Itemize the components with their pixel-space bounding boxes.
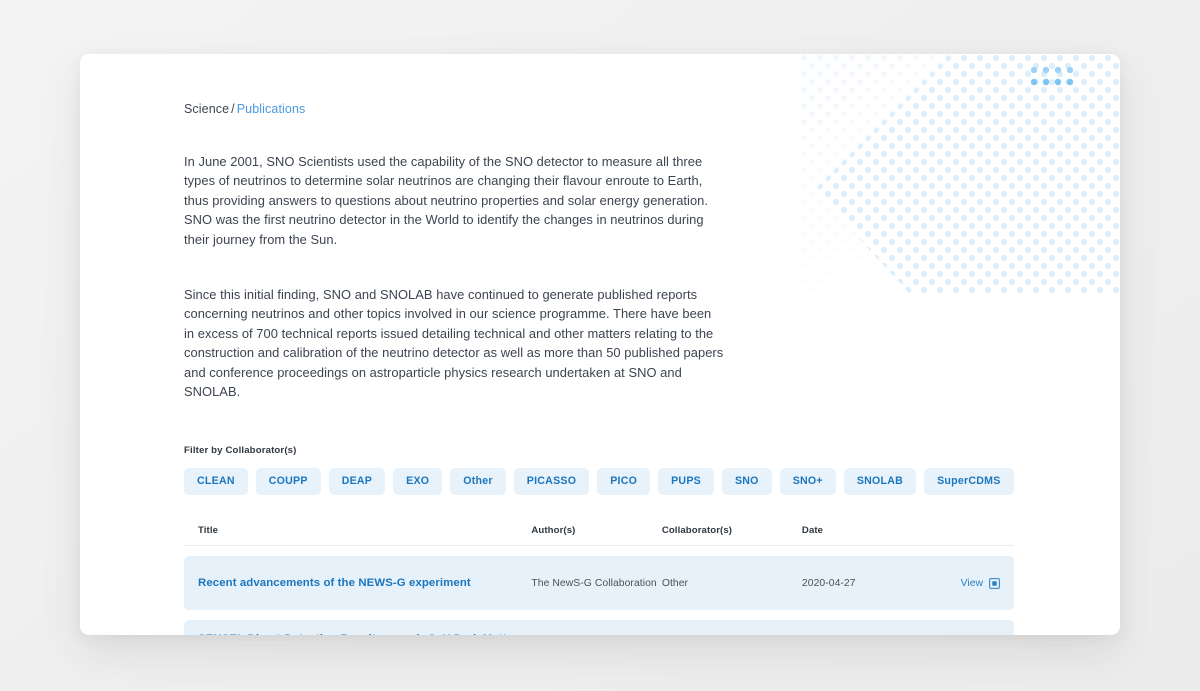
breadcrumb-parent: Science <box>184 102 229 116</box>
chip-other[interactable]: Other <box>450 468 506 495</box>
breadcrumb: Science/Publications <box>184 102 1020 116</box>
chip-deap[interactable]: DEAP <box>329 468 385 495</box>
dot-cluster-accent <box>1028 62 1098 98</box>
expand-square-icon <box>989 578 1000 589</box>
view-label: View <box>961 578 983 589</box>
chip-pico[interactable]: PICO <box>597 468 650 495</box>
collaborator-filter-chips: CLEAN COUPP DEAP EXO Other PICASSO PICO … <box>184 468 1020 495</box>
breadcrumb-separator: / <box>231 102 235 116</box>
publication-view-cell: View <box>928 578 1000 589</box>
chip-sno-plus[interactable]: SNO+ <box>780 468 836 495</box>
publication-title-link[interactable]: Recent advancements of the NEWS-G experi… <box>198 575 531 591</box>
chip-clean[interactable]: CLEAN <box>184 468 248 495</box>
intro-paragraph-1: In June 2001, SNO Scientists used the ca… <box>184 152 724 249</box>
publication-author-cell: The NewS-G Collaboration <box>531 578 661 589</box>
page-card: Science/Publications In June 2001, SNO S… <box>80 54 1120 635</box>
filter-label: Filter by Collaborator(s) <box>184 445 1020 456</box>
column-header-author: Author(s) <box>531 525 661 536</box>
intro-paragraph-2: Since this initial finding, SNO and SNOL… <box>184 285 724 401</box>
publication-title-link[interactable]: SENSEI: Direct-Detection Results on sub-… <box>198 631 531 635</box>
chip-supercdms[interactable]: SuperCDMS <box>924 468 1013 495</box>
chip-sno[interactable]: SNO <box>722 468 772 495</box>
breadcrumb-link-publications[interactable]: Publications <box>237 102 306 116</box>
publication-date-cell: 2020-04-27 <box>802 578 928 589</box>
chip-coupp[interactable]: COUPP <box>256 468 321 495</box>
publications-table: Title Author(s) Collaborator(s) Date Rec… <box>184 525 1014 635</box>
publication-title-cell: Recent advancements of the NEWS-G experi… <box>198 575 531 591</box>
view-publication-link[interactable]: View <box>961 578 1000 589</box>
chip-snolab[interactable]: SNOLAB <box>844 468 916 495</box>
intro-text-block: In June 2001, SNO Scientists used the ca… <box>184 152 1020 401</box>
table-header-row: Title Author(s) Collaborator(s) Date <box>184 525 1014 546</box>
table-row[interactable]: Recent advancements of the NEWS-G experi… <box>184 556 1014 610</box>
publication-collaborator-cell: Other <box>662 578 802 589</box>
publication-title-cell: SENSEI: Direct-Detection Results on sub-… <box>198 631 531 635</box>
table-row[interactable]: SENSEI: Direct-Detection Results on sub-… <box>184 620 1014 635</box>
chip-picasso[interactable]: PICASSO <box>514 468 589 495</box>
page-content: Science/Publications In June 2001, SNO S… <box>184 102 1020 635</box>
column-header-date: Date <box>802 525 928 536</box>
chip-pups[interactable]: PUPS <box>658 468 714 495</box>
column-header-collaborator: Collaborator(s) <box>662 525 802 536</box>
column-header-title: Title <box>198 525 531 536</box>
chip-exo[interactable]: EXO <box>393 468 442 495</box>
